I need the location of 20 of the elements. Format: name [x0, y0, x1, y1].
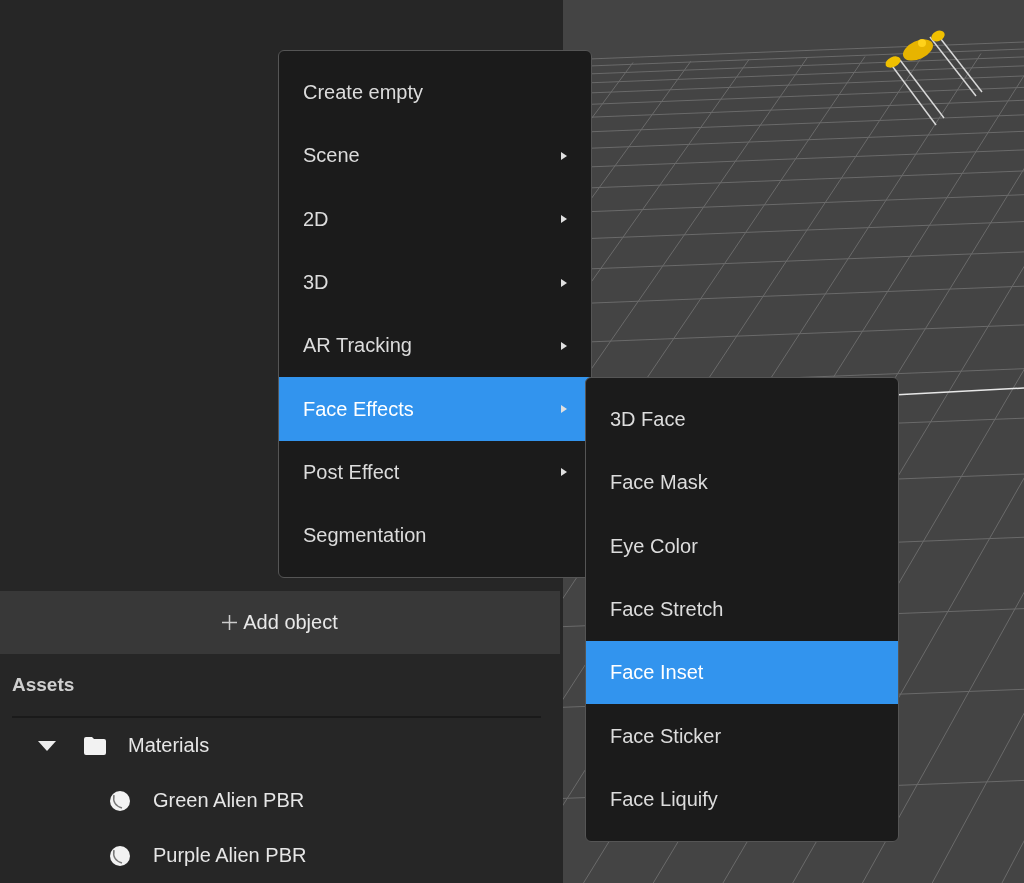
- menu-item[interactable]: Create empty: [279, 61, 591, 125]
- add-object-button[interactable]: Add object: [0, 590, 560, 654]
- sphere-icon: [110, 790, 130, 811]
- menu-item[interactable]: Face Mask: [586, 451, 898, 515]
- tree-item-label[interactable]: Green Alien PBR: [153, 789, 305, 812]
- menu-item[interactable]: AR Tracking: [279, 314, 591, 378]
- menu-item[interactable]: 3D: [279, 250, 591, 315]
- plus-icon: [222, 614, 238, 630]
- menu-item[interactable]: Face Sticker: [586, 704, 898, 768]
- tree-item-label[interactable]: Purple Alien PBR: [153, 844, 307, 867]
- menu-item[interactable]: 2D: [279, 187, 591, 251]
- menu-item[interactable]: Scene: [279, 124, 591, 188]
- menu-item[interactable]: Face Stretch: [586, 577, 898, 642]
- menu-item[interactable]: Face Liquify: [586, 767, 898, 832]
- tree-item-label[interactable]: Materials: [128, 734, 210, 757]
- caret-icon[interactable]: [38, 739, 56, 752]
- assets-heading: Assets: [12, 673, 76, 697]
- sphere-icon: [110, 845, 130, 866]
- folder-icon: [84, 736, 106, 755]
- menu-item[interactable]: Eye Color: [586, 514, 898, 578]
